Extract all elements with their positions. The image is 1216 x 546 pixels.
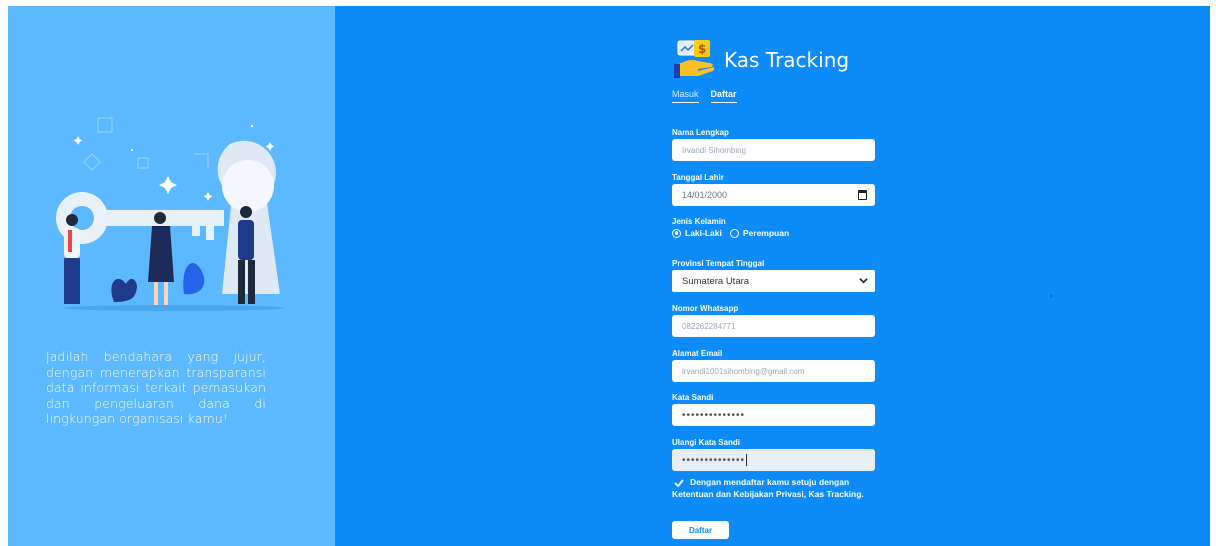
tagline-text: Jadilah bendahara yang jujur, dengan men… [46,349,266,426]
email-label: Alamat Email [672,349,723,358]
svg-text:$: $ [698,42,706,56]
full-name-input[interactable]: Irvandi Sihombing [672,139,875,161]
email-value: irvandi1001sihombing@gmail.com [682,366,805,376]
agreement-text: Dengan mendaftar kamu setuju dengan Kete… [672,476,882,500]
gender-radio-male[interactable] [672,228,681,238]
password-confirm-input[interactable]: •••••••••••••• [672,449,875,471]
password-label: Kata Sandi [672,393,714,402]
birth-date-label: Tanggal Lahir [672,173,724,182]
province-value: Sumatera Utara [682,275,750,287]
gender-label-female[interactable]: Perempuan [743,228,789,238]
password-confirm-value: •••••••••••••• [682,454,746,466]
right-panel: $ Kas Tracking Masuk Daftar Nama Lengkap… [335,6,1210,546]
birth-date-input[interactable]: 14/01/2000 [672,184,875,206]
auth-tabs: Masuk Daftar [672,89,737,103]
calendar-icon[interactable] [858,190,867,200]
tab-masuk[interactable]: Masuk [672,89,699,103]
password-value: •••••••••••••• [682,409,746,421]
password-confirm-label: Ulangi Kata Sandi [672,438,741,447]
whatsapp-input[interactable]: 082262284771 [672,315,875,337]
full-name-label: Nama Lengkap [672,128,729,137]
key-people-illustration [56,117,284,311]
email-input[interactable]: irvandi1001sihombing@gmail.com [672,360,875,382]
chevron-down-icon [859,278,868,284]
stray-dot [1050,295,1052,297]
gender-radio-group: Laki-Laki Perempuan [672,228,797,238]
whatsapp-value: 082262284771 [682,321,736,331]
full-name-value: Irvandi Sihombing [682,145,747,155]
birth-date-value: 14/01/2000 [682,190,728,200]
brand: $ Kas Tracking [674,39,849,79]
province-label: Provinsi Tempat Tinggal [672,259,765,268]
gender-label-male[interactable]: Laki-Laki [685,228,722,238]
province-select[interactable]: Sumatera Utara [672,270,875,292]
left-panel: Jadilah bendahara yang jujur, dengan men… [8,6,335,546]
check-icon[interactable] [674,479,684,487]
page-frame: Jadilah bendahara yang jujur, dengan men… [8,6,1210,546]
whatsapp-label: Nomor Whatsapp [672,304,739,313]
register-button[interactable]: Daftar [672,521,729,539]
gender-label: Jenis Kelamin [672,217,726,226]
agreement-copy: Dengan mendaftar kamu setuju dengan Kete… [672,477,864,499]
app-title: Kas Tracking [724,48,850,72]
password-input[interactable]: •••••••••••••• [672,404,875,426]
text-caret [746,454,748,466]
tab-daftar[interactable]: Daftar [710,89,737,103]
money-hand-icon: $ [674,40,714,78]
gender-radio-female[interactable] [729,228,739,238]
